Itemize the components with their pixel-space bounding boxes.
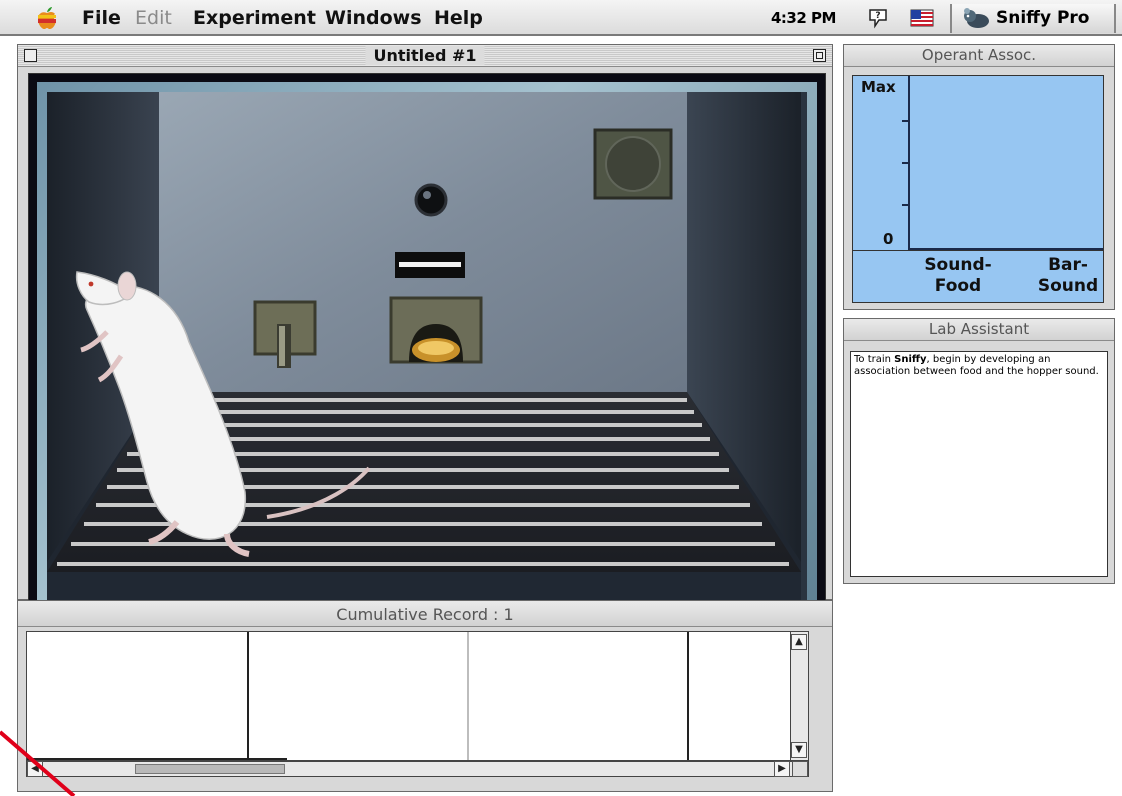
menu-clock[interactable]: 4:32 PM [771,9,836,27]
chamber-scene [47,92,801,612]
message-prefix: To train [854,354,895,365]
menu-edit[interactable]: Edit [135,7,172,29]
category-label: Sound- Food [924,255,992,296]
record-divider [467,632,469,760]
y-tick [902,204,910,206]
y-tick [902,162,910,164]
menu-windows[interactable]: Windows [325,7,422,29]
cumulative-record-titlebar[interactable]: Cumulative Record : 1 [18,601,832,627]
operant-assoc-plot: Max 0 [852,75,1104,251]
size-box[interactable] [792,761,808,777]
cumulative-record-window: Cumulative Record : 1 ▲ ▼ ◀ ▶ [17,600,833,792]
operant-assoc-titlebar[interactable]: Operant Assoc. [844,45,1114,67]
chamber-window-titlebar[interactable]: Untitled #1 [18,45,832,67]
chamber-window-title: Untitled #1 [365,46,485,65]
application-switcher[interactable]: Sniffy Pro [950,4,1116,33]
app-switcher-label: Sniffy Pro [996,8,1090,28]
x-axis [908,248,1103,250]
scroll-up-arrow-icon[interactable]: ▲ [791,634,807,650]
menu-experiment[interactable]: Experiment [193,7,316,29]
horizontal-scroll-thumb[interactable] [135,764,285,774]
help-balloon-icon[interactable]: ? [866,6,890,30]
close-box[interactable] [24,49,37,62]
operant-chamber-view [28,73,826,633]
vertical-scrollbar[interactable]: ▲ ▼ [790,632,808,760]
y-max-label: Max [861,78,896,96]
zoom-box[interactable] [813,49,826,62]
chamber-window: Untitled #1 [17,44,833,633]
keyboard-flag-icon[interactable] [910,6,934,30]
svg-text:?: ? [875,11,880,21]
operant-assoc-window: Operant Assoc. Max 0 Sound- Food Bar- Sou… [843,44,1115,310]
chamber-frame [37,82,817,624]
operant-chamber [47,92,807,614]
annotation-line [0,730,76,796]
category-label: Bar- Sound [1037,255,1099,296]
menu-help[interactable]: Help [434,7,483,29]
y-tick [902,120,910,122]
lab-assistant-title: Lab Assistant [928,320,1030,338]
lab-assistant-titlebar[interactable]: Lab Assistant [844,319,1114,341]
scroll-down-arrow-icon[interactable]: ▼ [791,742,807,758]
operant-assoc-title: Operant Assoc. [921,46,1037,64]
menu-file[interactable]: File [82,7,121,29]
lab-assistant-window: Lab Assistant To train Sniffy, begin by … [843,318,1115,584]
category-label-strip: Sound- Food Bar- Sound [852,251,1104,303]
apple-menu-icon[interactable] [36,6,58,30]
menu-bar: File Edit Experiment Windows Help 4:32 P… [0,0,1122,36]
message-name: Sniffy [894,354,927,365]
horizontal-scrollbar[interactable]: ◀ ▶ [26,761,809,777]
record-divider [687,632,689,760]
food-hopper [389,296,483,364]
speaker-grille [593,128,673,200]
lab-assistant-message: To train Sniffy, begin by developing an … [850,351,1108,577]
record-divider [247,632,249,760]
sniffy-app-icon [964,8,989,28]
cumulative-record-plot: ▲ ▼ [26,631,809,761]
y-zero-label: 0 [883,230,894,248]
scroll-right-arrow-icon[interactable]: ▶ [774,761,790,777]
cue-light [414,183,448,217]
cumulative-record-title: Cumulative Record : 1 [336,605,514,624]
